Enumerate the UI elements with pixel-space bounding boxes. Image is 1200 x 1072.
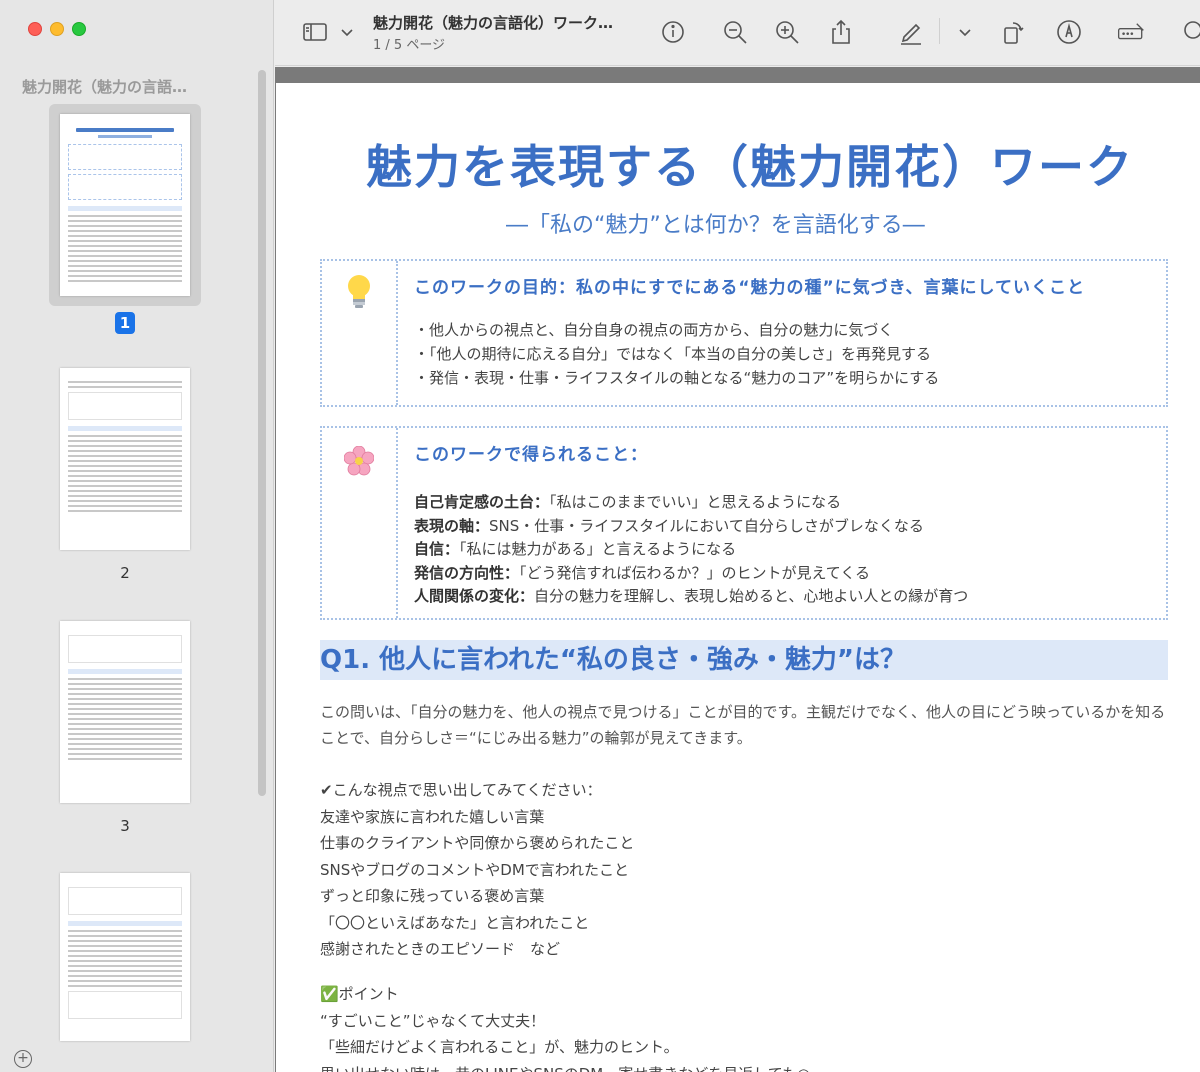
q1-points: ✅ポイント “すごいこと”じゃなくて大丈夫！ 「些細だけどよく言われること」が、… xyxy=(320,981,810,1072)
list-item: “すごいこと”じゃなくて大丈夫！ xyxy=(320,1011,546,1030)
sidebar-icon[interactable] xyxy=(301,18,329,46)
thumbnail-page-1[interactable]: 1 xyxy=(49,104,201,334)
list-item: ・「他人の期待に応える自分」ではなく「本当の自分の美しさ」を再発見する xyxy=(414,345,932,363)
zoom-in-icon[interactable] xyxy=(773,18,801,46)
markup-pen-icon[interactable] xyxy=(897,18,925,46)
thumbnail-selection xyxy=(49,104,201,306)
share-icon[interactable] xyxy=(827,18,855,46)
benefits-list: 自己肯定感の土台：「私はこのままでいい」と思えるようになる 表現の軸：SNS・仕… xyxy=(414,491,1156,609)
list-item: 表現の軸：SNS・仕事・ライフスタイルにおいて自分らしさがブレなくなる xyxy=(414,516,924,535)
list-item: ・他人からの視点と、自分自身の視点の両方から、自分の魅力に気づく xyxy=(414,321,894,339)
list-item: 思い出せない時は、昔のLINEやSNSのDM、寄せ書きなどを見返しても◎ xyxy=(320,1061,810,1072)
lightbulb-icon xyxy=(322,261,398,405)
page-indicator: 1 / 5 ページ xyxy=(373,38,446,53)
list-item: 「些細だけどよく言われること」が、魅力のヒント。 xyxy=(320,1038,679,1056)
list-item: ・発信・表現・仕事・ライフスタイルの軸となる“魅力のコア”を明らかにする xyxy=(414,369,940,387)
cherry-blossom-icon xyxy=(322,428,398,618)
sidebar-document-title: 魅力開花（魅力の言語… xyxy=(22,78,188,96)
benefits-title: このワークで得られること： xyxy=(414,445,648,465)
form-fill-icon[interactable] xyxy=(1117,18,1151,46)
rotate-icon[interactable] xyxy=(999,18,1027,46)
thumbnail-page-number: 2 xyxy=(120,564,130,582)
list-item: ずっと印象に残っている褒め言葉 xyxy=(320,887,545,905)
page-title: 魅力を表現する（魅力開花）ワーク xyxy=(366,140,1134,194)
thumbnail-page-3[interactable]: 3 xyxy=(49,621,201,835)
list-item: 発信の方向性：「どう発信すれば伝わるか？」のヒントが見えてくる xyxy=(414,563,871,582)
toolbar-separator xyxy=(939,18,940,44)
thumbnail-page-2[interactable]: 2 xyxy=(49,368,201,582)
preview-window: 魅力開花（魅力の言語… 1 2 3 + 魅力開花（魅力の言語化）ワーク… 1 /… xyxy=(0,0,1200,1072)
thumbnail-image xyxy=(60,368,190,550)
pdf-page: 魅力を表現する（魅力開花）ワーク ―「私の“魅力”とは何か？を言語化する― この… xyxy=(276,83,1200,1072)
thumbnail-sidebar: 魅力開花（魅力の言語… 1 2 3 + xyxy=(0,0,274,1072)
thumbnail-image xyxy=(60,114,190,296)
chevron-down-icon[interactable] xyxy=(333,18,353,46)
minimize-window-button[interactable] xyxy=(50,22,64,36)
list-item: ✅ポイント xyxy=(320,985,399,1003)
purpose-box: このワークの目的：私の中にすでにある“魅力の種”に気づき、言葉にしていくこと ・… xyxy=(320,259,1168,407)
thumbnail-page-4[interactable] xyxy=(49,873,201,1041)
list-item: 友達や家族に言われた嬉しい言葉 xyxy=(320,807,545,826)
purpose-title: このワークの目的：私の中にすでにある“魅力の種”に気づき、言葉にしていくこと xyxy=(414,278,1085,298)
q1-intro: この問いは、「自分の魅力を、他人の視点で見つける」ことが目的です。主観だけでなく… xyxy=(320,703,1166,747)
zoom-out-icon[interactable] xyxy=(721,18,749,46)
search-icon[interactable] xyxy=(1181,18,1200,46)
thumbnail-page-number: 1 xyxy=(114,312,136,334)
list-item: 人間関係の変化：自分の魅力を理解し、表現し始めると、心地よい人との縁が育つ xyxy=(414,587,969,605)
list-item: 「〇〇といえばあなた」と言われたこと xyxy=(320,913,590,932)
purpose-list: ・他人からの視点と、自分自身の視点の両方から、自分の魅力に気づく ・「他人の期待… xyxy=(414,318,1156,390)
thumbnail-image xyxy=(60,873,190,1041)
benefits-box: このワークで得られること： 自己肯定感の土台：「私はこのままでいい」と思えるよう… xyxy=(320,426,1168,620)
thumbnail-page-number: 3 xyxy=(120,817,130,835)
list-item: 自信：「私には魅力がある」と言えるようになる xyxy=(414,540,737,558)
list-item: ✔こんな視点で思い出してみてください： xyxy=(320,781,602,799)
document-title: 魅力開花（魅力の言語化）ワーク… xyxy=(373,14,614,32)
window-controls xyxy=(28,22,86,36)
add-page-icon[interactable]: + xyxy=(14,1050,32,1068)
list-item: 感謝されたときのエピソード など xyxy=(320,940,561,958)
page-subtitle: ―「私の“魅力”とは何か？を言語化する― xyxy=(506,213,925,238)
zoom-window-button[interactable] xyxy=(72,22,86,36)
toolbar: 魅力開花（魅力の言語化）ワーク… 1 / 5 ページ xyxy=(275,0,1200,66)
close-window-button[interactable] xyxy=(28,22,42,36)
annotate-icon[interactable] xyxy=(1055,18,1083,46)
chevron-down-icon[interactable] xyxy=(951,18,971,46)
list-item: 仕事のクライアントや同僚から褒められたこと xyxy=(320,834,635,852)
info-icon[interactable] xyxy=(659,18,687,46)
thumbnail-image xyxy=(60,621,190,803)
q1-heading: Q1. 他人に言われた“私の良さ・強み・魅力”は？ xyxy=(320,640,1168,680)
q1-viewpoints: ✔こんな視点で思い出してみてください： 友達や家族に言われた嬉しい言葉 仕事のク… xyxy=(320,777,634,963)
sidebar-scrollbar[interactable] xyxy=(258,70,266,796)
list-item: 自己肯定感の土台：「私はこのままでいい」と思えるようになる xyxy=(414,493,842,511)
list-item: SNSやブログのコメントやDMで言われたこと xyxy=(320,860,630,879)
